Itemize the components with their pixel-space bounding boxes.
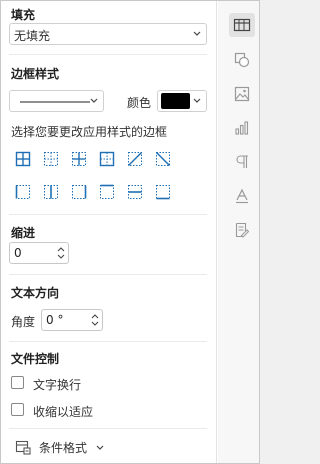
angle-spinner[interactable]: 0 °	[41, 309, 103, 331]
fill-select[interactable]: 无填充	[9, 23, 207, 45]
separator	[9, 54, 207, 55]
spinner-arrows-icon[interactable]	[57, 245, 65, 261]
inner-borders-icon	[44, 152, 58, 166]
paragraph-settings-icon	[236, 155, 248, 168]
signature-settings-icon	[235, 222, 250, 238]
border-instruction: 选择您要更改应用样式的边框	[11, 125, 168, 139]
separator	[9, 428, 207, 429]
conditional-formatting-icon	[15, 440, 31, 455]
color-swatch	[161, 93, 190, 109]
outer-border-icon	[99, 151, 115, 167]
diagonal-up-button[interactable]	[124, 148, 146, 170]
fill-heading: 填充	[11, 8, 36, 22]
rail-shape-settings[interactable]	[229, 48, 255, 72]
separator	[9, 341, 207, 342]
wrap-text-checkbox[interactable]	[11, 376, 24, 389]
text-art-icon	[236, 188, 248, 204]
rail-chart-settings[interactable]	[229, 116, 255, 140]
fill-select-value: 无填充	[14, 29, 51, 43]
top-border-button[interactable]	[96, 181, 118, 203]
border-color-picker[interactable]	[157, 90, 207, 112]
vertical-center-border-button[interactable]	[40, 181, 62, 203]
top-border-icon	[100, 184, 114, 199]
spinner-arrows-icon[interactable]	[91, 312, 99, 328]
inner-borders-button[interactable]	[40, 148, 62, 170]
indent-heading: 缩进	[11, 226, 36, 240]
chevron-down-icon	[90, 98, 98, 103]
indent-spinner[interactable]: 0	[9, 242, 69, 264]
separator	[9, 214, 207, 215]
diagonal-down-icon	[156, 152, 170, 166]
border-color-label: 颜色	[127, 96, 152, 110]
outer-border-button[interactable]	[96, 148, 118, 170]
right-border-icon	[72, 185, 87, 199]
chevron-down-icon	[96, 445, 104, 450]
shrink-to-fit-checkbox[interactable]	[11, 403, 24, 416]
diagonal-up-icon	[128, 152, 142, 166]
all-borders-button[interactable]	[12, 148, 34, 170]
shape-settings-icon	[234, 52, 250, 68]
inner-cross-button[interactable]	[68, 148, 90, 170]
wrap-text-label: 文字换行	[33, 378, 82, 392]
horizontal-center-border-button[interactable]	[124, 181, 146, 203]
vertical-center-border-icon	[44, 185, 58, 199]
border-style-heading: 边框样式	[11, 67, 60, 81]
text-control-heading: 文件控制	[11, 352, 60, 366]
cell-settings-icon	[233, 18, 251, 32]
rail-text-art-settings[interactable]	[229, 184, 255, 208]
rail-image-settings[interactable]	[229, 82, 255, 106]
diagonal-down-button[interactable]	[152, 148, 174, 170]
border-line-style-select[interactable]	[9, 90, 104, 112]
solid-line-icon	[20, 101, 90, 103]
bottom-border-button[interactable]	[152, 181, 174, 203]
inner-cross-icon	[72, 152, 86, 166]
indent-value: 0	[14, 246, 22, 260]
separator	[9, 274, 207, 275]
angle-value: 0 °	[46, 313, 64, 327]
shrink-to-fit-label: 收缩以适应	[33, 405, 94, 419]
left-border-icon	[15, 185, 30, 199]
rail-signature-settings[interactable]	[229, 218, 255, 242]
angle-label: 角度	[11, 315, 36, 329]
cell-settings-panel: 填充 无填充 边框样式 颜色 选择您要更改应用样式的边框 缩进 0 文本方向 角…	[1, 1, 217, 463]
conditional-formatting-button[interactable]: 条件格式	[11, 437, 111, 457]
chevron-down-icon	[193, 98, 201, 103]
image-settings-icon	[234, 86, 250, 102]
conditional-formatting-label: 条件格式	[39, 441, 88, 455]
horizontal-center-border-icon	[128, 185, 142, 199]
chart-settings-icon	[235, 121, 249, 135]
text-direction-heading: 文本方向	[11, 286, 60, 300]
all-borders-icon	[15, 151, 31, 167]
right-border-button[interactable]	[68, 181, 90, 203]
rail-paragraph-settings[interactable]	[229, 150, 255, 174]
bottom-border-icon	[156, 185, 170, 200]
settings-window: 填充 无填充 边框样式 颜色 选择您要更改应用样式的边框 缩进 0 文本方向 角…	[0, 0, 260, 464]
chevron-down-icon	[193, 31, 201, 36]
left-border-button[interactable]	[12, 181, 34, 203]
rail-cell-settings[interactable]	[229, 13, 255, 37]
